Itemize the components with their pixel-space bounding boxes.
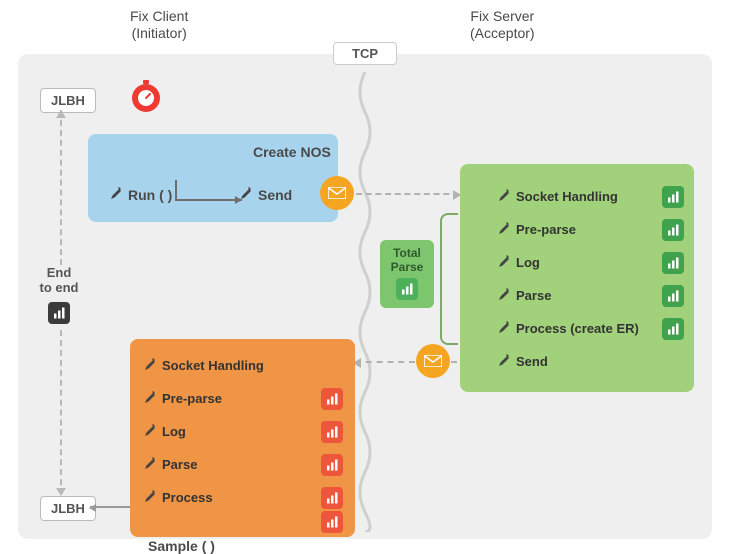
run-label: Run ( ) — [128, 187, 172, 203]
send-label: Send — [258, 187, 292, 203]
list-item: Socket Handling — [130, 349, 355, 382]
dashed-arrow-to-server — [356, 193, 459, 195]
tcp-badge: TCP — [333, 42, 397, 65]
barchart-icon — [321, 487, 343, 509]
eyedropper-icon — [238, 186, 252, 203]
envelope-icon — [416, 344, 450, 378]
list-item: Log — [130, 415, 355, 448]
run-step: Run ( ) — [108, 186, 172, 203]
list-item: Pre-parse — [460, 213, 694, 246]
eyedropper-icon — [496, 320, 510, 337]
client-sub: (Initiator) — [130, 25, 188, 42]
list-item: Pre-parse — [130, 382, 355, 415]
barchart-icon — [396, 278, 418, 300]
stopwatch-icon — [128, 78, 164, 119]
sample-arrow — [90, 506, 130, 508]
eyedropper-icon — [496, 221, 510, 238]
eyedropper-icon — [496, 188, 510, 205]
barchart-icon — [321, 454, 343, 476]
end-to-end-dashed-top — [60, 110, 62, 265]
barchart-icon — [48, 302, 70, 324]
list-item: Parse — [130, 448, 355, 481]
eyedropper-icon — [496, 353, 510, 370]
eyedropper-icon — [496, 287, 510, 304]
list-item: Send — [460, 345, 694, 378]
barchart-icon — [662, 186, 684, 208]
client-header: Fix Client (Initiator) — [130, 8, 188, 42]
barchart-icon — [321, 388, 343, 410]
barchart-icon — [321, 511, 343, 533]
list-item: Process — [130, 481, 355, 514]
arrowhead-down-icon — [56, 488, 66, 496]
end-to-end-dashed-bottom — [60, 330, 62, 495]
jlbh-top-box: JLBH — [40, 88, 96, 113]
client-steps-box: Socket Handling Pre-parse Log Parse Proc… — [130, 339, 355, 537]
list-item: Socket Handling — [460, 180, 694, 213]
sample-label: Sample ( ) — [148, 538, 215, 554]
eyedropper-icon — [108, 186, 122, 203]
create-nos-label: Create NOS — [253, 144, 331, 160]
end-to-end-label: End to end — [32, 266, 86, 324]
eyedropper-icon — [142, 489, 156, 506]
eyedropper-icon — [142, 423, 156, 440]
server-steps-box: Socket Handling Pre-parse Log Parse Proc… — [460, 164, 694, 392]
barchart-icon — [662, 252, 684, 274]
dashed-arrow-left-seg1 — [355, 361, 415, 363]
barchart-icon — [662, 318, 684, 340]
total-parse-box: Total Parse — [380, 240, 434, 308]
server-header: Fix Server (Acceptor) — [470, 8, 535, 42]
barchart-icon — [662, 285, 684, 307]
eyedropper-icon — [496, 254, 510, 271]
tcp-divider-wave — [355, 72, 375, 532]
eyedropper-icon — [142, 456, 156, 473]
barchart-icon — [662, 219, 684, 241]
server-sub: (Acceptor) — [470, 25, 535, 42]
client-run-box: Create NOS Run ( ) Send — [88, 134, 338, 222]
eyedropper-icon — [142, 390, 156, 407]
list-item: Log — [460, 246, 694, 279]
envelope-icon — [320, 176, 354, 210]
bracket-icon — [440, 213, 458, 345]
server-title: Fix Server — [470, 8, 535, 25]
client-title: Fix Client — [130, 8, 188, 25]
barchart-icon — [321, 421, 343, 443]
jlbh-bottom-box: JLBH — [40, 496, 96, 521]
list-item: Process (create ER) — [460, 312, 694, 345]
list-item: Parse — [460, 279, 694, 312]
diagram-stage: TCP JLBH JLBH End to end Create NOS Run … — [18, 54, 712, 539]
send-step: Send — [238, 186, 292, 203]
eyedropper-icon — [142, 357, 156, 374]
